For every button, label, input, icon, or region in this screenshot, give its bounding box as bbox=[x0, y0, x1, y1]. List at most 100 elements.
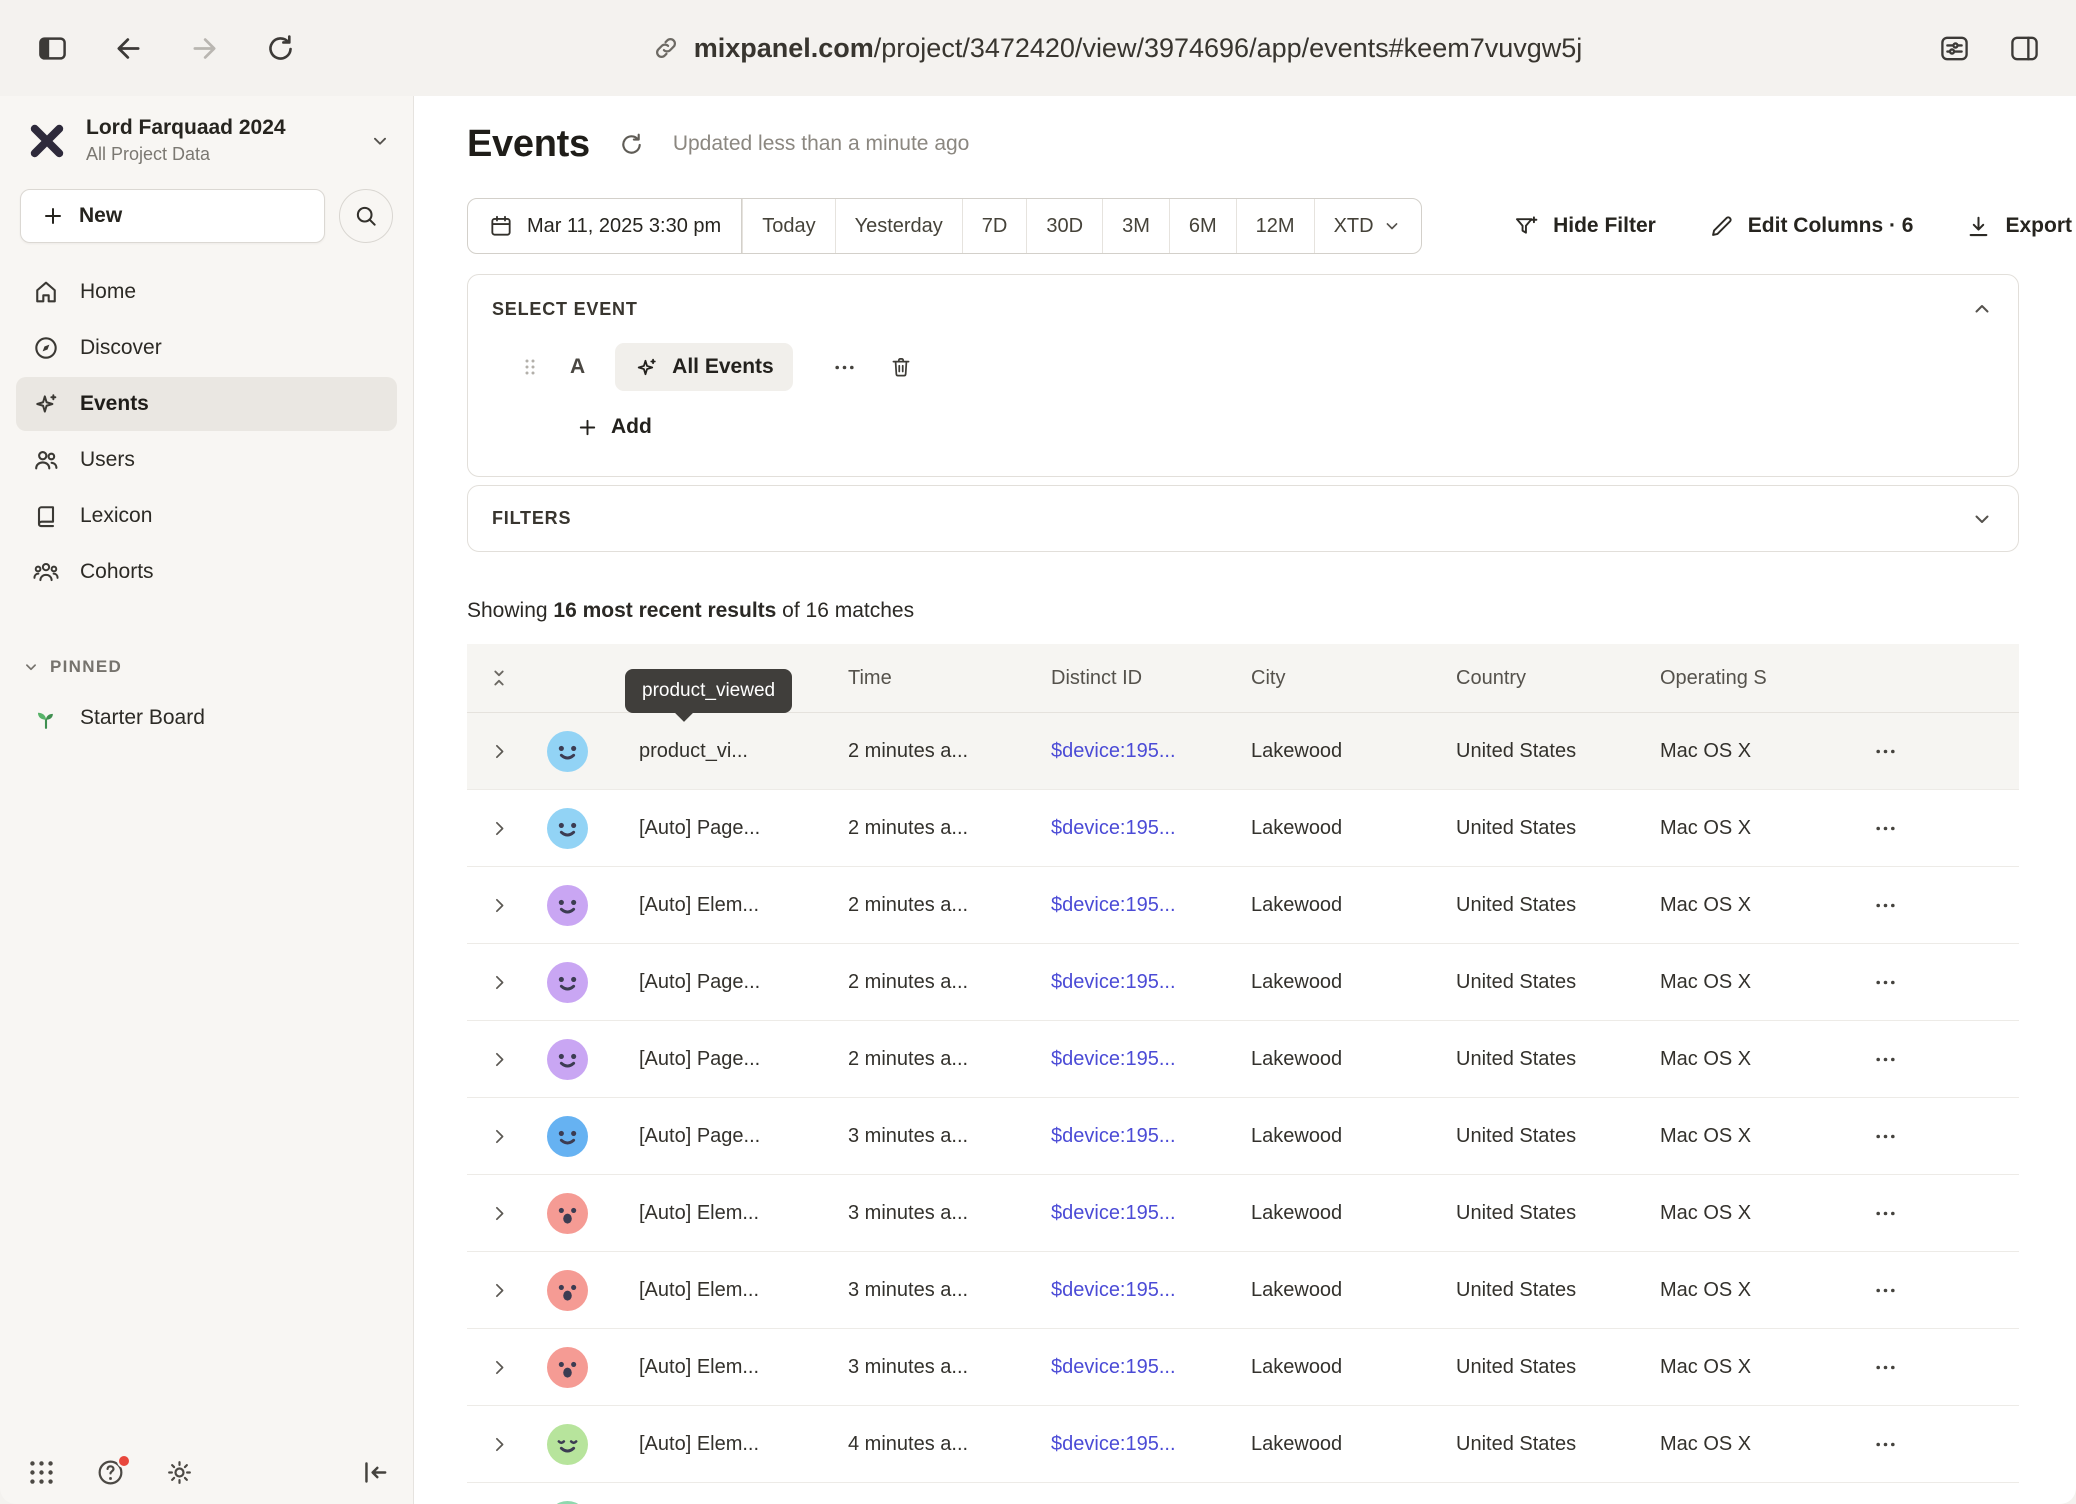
range-6m[interactable]: 6M bbox=[1169, 199, 1236, 253]
event-time: 2 minutes a... bbox=[848, 894, 1051, 917]
event-country: United States bbox=[1456, 740, 1660, 763]
range-xtd[interactable]: XTD bbox=[1314, 199, 1421, 253]
table-row[interactable] bbox=[467, 1483, 2019, 1504]
drag-handle-icon[interactable] bbox=[518, 355, 542, 379]
row-menu-icon[interactable] bbox=[1872, 815, 1899, 842]
row-menu-icon[interactable] bbox=[1872, 1431, 1899, 1458]
row-expand-chevron-icon[interactable] bbox=[489, 972, 510, 993]
distinct-id-link[interactable]: $device:195... bbox=[1051, 1279, 1176, 1301]
row-menu-icon[interactable] bbox=[1872, 892, 1899, 919]
filters-title: FILTERS bbox=[492, 508, 571, 529]
row-menu-icon[interactable] bbox=[1872, 1123, 1899, 1150]
range-yesterday[interactable]: Yesterday bbox=[835, 199, 962, 253]
distinct-id-link[interactable]: $device:195... bbox=[1051, 894, 1176, 916]
collapse-rows-icon[interactable] bbox=[487, 666, 511, 690]
row-expand-chevron-icon[interactable] bbox=[489, 1357, 510, 1378]
table-row[interactable]: [Auto] Elem... 4 minutes a... $device:19… bbox=[467, 1406, 2019, 1483]
row-expand-chevron-icon[interactable] bbox=[489, 1434, 510, 1455]
table-row[interactable]: [Auto] Page... 3 minutes a... $device:19… bbox=[467, 1098, 2019, 1175]
forward-icon[interactable] bbox=[182, 26, 226, 70]
hide-filter-button[interactable]: Hide Filter bbox=[1513, 213, 1656, 240]
column-header-city[interactable]: City bbox=[1251, 667, 1456, 690]
browser-preferences-icon[interactable] bbox=[1932, 26, 1976, 70]
edit-columns-button[interactable]: Edit Columns · 6 bbox=[1708, 213, 1914, 240]
range-12m[interactable]: 12M bbox=[1236, 199, 1314, 253]
range-today[interactable]: Today bbox=[742, 199, 834, 253]
table-row[interactable]: [Auto] Elem... 3 minutes a... $device:19… bbox=[467, 1329, 2019, 1406]
url-bar[interactable]: mixpanel.com/project/3472420/view/397469… bbox=[302, 33, 1932, 64]
row-menu-icon[interactable] bbox=[1872, 1277, 1899, 1304]
row-menu-icon[interactable] bbox=[1872, 1046, 1899, 1073]
column-header-os[interactable]: Operating S bbox=[1660, 667, 1860, 690]
row-expand-chevron-icon[interactable] bbox=[489, 1203, 510, 1224]
table-row[interactable]: product_vi... 2 minutes a... $device:195… bbox=[467, 713, 2019, 790]
distinct-id-link[interactable]: $device:195... bbox=[1051, 1125, 1176, 1147]
apps-grid-icon[interactable] bbox=[26, 1457, 57, 1488]
back-icon[interactable] bbox=[106, 26, 150, 70]
reload-icon[interactable] bbox=[258, 26, 302, 70]
distinct-id-link[interactable]: $device:195... bbox=[1051, 740, 1176, 762]
event-avatar-icon bbox=[547, 1424, 588, 1465]
row-menu-icon[interactable] bbox=[1872, 1354, 1899, 1381]
sidebar-item-lexicon[interactable]: Lexicon bbox=[16, 489, 397, 543]
event-name: [Auto] Elem... bbox=[603, 1202, 848, 1225]
filter-icon bbox=[1513, 213, 1540, 240]
table-row[interactable]: [Auto] Page... 2 minutes a... $device:19… bbox=[467, 790, 2019, 867]
sidebar-item-events[interactable]: Events bbox=[16, 377, 397, 431]
table-row[interactable]: [Auto] Elem... 3 minutes a... $device:19… bbox=[467, 1252, 2019, 1329]
range-7d[interactable]: 7D bbox=[962, 199, 1027, 253]
event-name: [Auto] Elem... bbox=[603, 894, 848, 917]
distinct-id-link[interactable]: $device:195... bbox=[1051, 1048, 1176, 1070]
table-row[interactable]: [Auto] Page... 2 minutes a... $device:19… bbox=[467, 1021, 2019, 1098]
range-3m[interactable]: 3M bbox=[1102, 199, 1169, 253]
row-expand-chevron-icon[interactable] bbox=[489, 1280, 510, 1301]
row-menu-icon[interactable] bbox=[1872, 738, 1899, 765]
refresh-icon[interactable] bbox=[618, 131, 645, 158]
distinct-id-link[interactable]: $device:195... bbox=[1051, 1356, 1176, 1378]
browser-sidebar-toggle-icon[interactable] bbox=[30, 26, 74, 70]
row-expand-chevron-icon[interactable] bbox=[489, 741, 510, 762]
column-header-distinct-id[interactable]: Distinct ID bbox=[1051, 667, 1251, 690]
row-expand-chevron-icon[interactable] bbox=[489, 1049, 510, 1070]
select-event-panel: SELECT EVENT A All Events Add bbox=[467, 274, 2019, 477]
new-button[interactable]: New bbox=[20, 189, 325, 243]
split-view-icon[interactable] bbox=[2002, 26, 2046, 70]
project-switcher[interactable]: Lord Farquaad 2024 All Project Data bbox=[18, 108, 397, 173]
chevron-up-icon[interactable] bbox=[1970, 297, 1994, 321]
column-header-country[interactable]: Country bbox=[1456, 667, 1660, 690]
help-icon[interactable] bbox=[95, 1457, 126, 1488]
row-expand-chevron-icon[interactable] bbox=[489, 818, 510, 839]
sidebar-item-users[interactable]: Users bbox=[16, 433, 397, 487]
range-30d[interactable]: 30D bbox=[1026, 199, 1102, 253]
sidebar-item-label: Lexicon bbox=[80, 504, 152, 528]
row-expand-chevron-icon[interactable] bbox=[489, 1126, 510, 1147]
table-row[interactable]: [Auto] Page... 2 minutes a... $device:19… bbox=[467, 944, 2019, 1021]
sidebar-item-cohorts[interactable]: Cohorts bbox=[16, 545, 397, 599]
trash-icon[interactable] bbox=[888, 354, 914, 380]
collapse-sidebar-icon[interactable] bbox=[360, 1457, 391, 1488]
search-button[interactable] bbox=[339, 189, 393, 243]
distinct-id-link[interactable]: $device:195... bbox=[1051, 817, 1176, 839]
date-picker-button[interactable]: Mar 11, 2025 3:30 pm bbox=[468, 199, 742, 253]
distinct-id-link[interactable]: $device:195... bbox=[1051, 971, 1176, 993]
row-menu-icon[interactable] bbox=[1872, 969, 1899, 996]
tooltip-text: product_viewed bbox=[642, 680, 775, 701]
export-button[interactable]: Export bbox=[1965, 213, 2072, 240]
sidebar-item-discover[interactable]: Discover bbox=[16, 321, 397, 375]
distinct-id-link[interactable]: $device:195... bbox=[1051, 1202, 1176, 1224]
url-domain: mixpanel.com bbox=[694, 33, 874, 63]
event-selector-button[interactable]: All Events bbox=[615, 343, 793, 391]
sidebar-item-home[interactable]: Home bbox=[16, 265, 397, 319]
column-header-time[interactable]: Time bbox=[848, 667, 1051, 690]
row-expand-chevron-icon[interactable] bbox=[489, 895, 510, 916]
chevron-down-icon[interactable] bbox=[1970, 507, 1994, 531]
table-row[interactable]: [Auto] Elem... 3 minutes a... $device:19… bbox=[467, 1175, 2019, 1252]
distinct-id-link[interactable]: $device:195... bbox=[1051, 1433, 1176, 1455]
sidebar-item-starter-board[interactable]: Starter Board bbox=[16, 691, 397, 745]
table-row[interactable]: [Auto] Elem... 2 minutes a... $device:19… bbox=[467, 867, 2019, 944]
add-event-button[interactable]: Add bbox=[576, 415, 652, 439]
settings-gear-icon[interactable] bbox=[164, 1457, 195, 1488]
event-options-icon[interactable] bbox=[831, 354, 858, 381]
pinned-section-header[interactable]: PINNED bbox=[22, 657, 393, 677]
row-menu-icon[interactable] bbox=[1872, 1200, 1899, 1227]
